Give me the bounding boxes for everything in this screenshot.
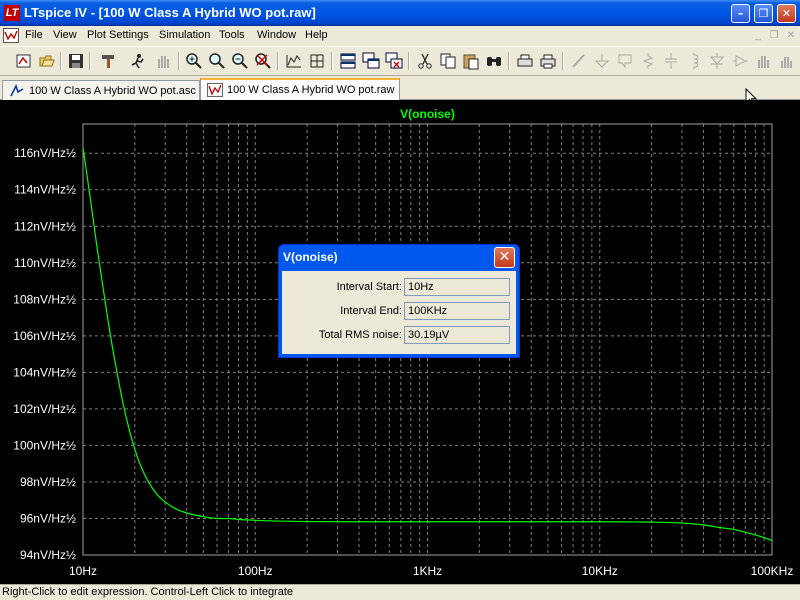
print-icon[interactable] (539, 52, 557, 70)
drag-hand-icon[interactable] (777, 52, 795, 70)
dialog-body: Interval Start: 10Hz Interval End: 100KH… (282, 271, 516, 354)
mdi-restore-button[interactable]: ❐ (767, 29, 781, 42)
y-tick-label[interactable]: 106nV/Hz½ (13, 329, 76, 343)
ltspice-logo-icon: LT (4, 5, 20, 21)
menu-help[interactable]: Help (305, 29, 328, 43)
close-button[interactable]: ✕ (777, 4, 796, 23)
zoom-area-icon[interactable] (208, 52, 226, 70)
x-tick-label[interactable]: 10Hz (69, 564, 97, 578)
total-rms-noise-field[interactable]: 30.19µV (404, 326, 510, 344)
paste-icon[interactable] (462, 52, 480, 70)
mdi-minimize-button[interactable]: _ (751, 29, 765, 42)
halt-hand-icon[interactable] (154, 52, 172, 70)
interval-start-label: Interval Start: (336, 281, 402, 293)
y-tick-label[interactable]: 116nV/Hz½ (14, 146, 76, 160)
y-tick-label[interactable]: 102nV/Hz½ (13, 402, 76, 416)
status-text: Right-Click to edit expression. Control-… (2, 586, 294, 598)
title-bar[interactable]: LT LTspice IV - [100 W Class A Hybrid WO… (0, 0, 800, 26)
y-tick-label[interactable]: 110nV/Hz½ (14, 256, 76, 270)
ground-icon[interactable] (593, 52, 611, 70)
tile-horizontal-icon[interactable] (339, 52, 357, 70)
dialog-title: V(onoise) (283, 250, 338, 264)
run-icon[interactable] (129, 52, 147, 70)
tab-schematic[interactable]: 100 W Class A Hybrid WO pot.asc (2, 80, 200, 100)
open-icon[interactable] (38, 52, 56, 70)
zoom-in-icon[interactable] (185, 52, 203, 70)
waveform-document-icon[interactable] (3, 28, 19, 43)
y-tick-label[interactable]: 108nV/Hz½ (13, 292, 76, 306)
trace-name-label[interactable]: V(onoise) (400, 107, 455, 121)
tab-label: 100 W Class A Hybrid WO pot.raw (227, 84, 395, 96)
menu-window[interactable]: Window (257, 29, 296, 43)
y-tick-label[interactable]: 112nV/Hz½ (14, 219, 76, 233)
x-tick-label[interactable]: 1KHz (413, 564, 442, 578)
restore-button[interactable]: ❐ (754, 4, 773, 23)
document-tabs: 100 W Class A Hybrid WO pot.asc 100 W Cl… (0, 77, 800, 100)
rms-noise-dialog[interactable]: V(onoise) ✕ Interval Start: 10Hz Interva… (278, 244, 520, 358)
cascade-icon[interactable] (362, 52, 380, 70)
window-title: LTspice IV - [100 W Class A Hybrid WO po… (24, 5, 316, 20)
schematic-icon (10, 84, 24, 97)
y-tick-label[interactable]: 94nV/Hz½ (20, 548, 76, 562)
x-tick-label[interactable]: 100Hz (238, 564, 273, 578)
copy-icon[interactable] (439, 52, 457, 70)
inductor-icon[interactable] (685, 52, 703, 70)
waveform-icon (207, 83, 223, 97)
menu-file[interactable]: File (25, 29, 43, 43)
menu-tools[interactable]: Tools (219, 29, 245, 43)
dialog-close-button[interactable]: ✕ (494, 247, 515, 268)
y-tick-label[interactable]: 104nV/Hz½ (13, 365, 76, 379)
resistor-icon[interactable] (639, 52, 657, 70)
total-rms-noise-label: Total RMS noise: (318, 329, 402, 341)
wire-icon[interactable] (570, 52, 588, 70)
zoom-cancel-icon[interactable] (254, 52, 272, 70)
zoom-fit-icon[interactable] (308, 52, 326, 70)
menu-bar: File View Plot Settings Simulation Tools… (0, 26, 800, 46)
mdi-close-button[interactable]: ✕ (784, 29, 798, 42)
label-icon[interactable] (616, 52, 634, 70)
interval-end-label: Interval End: (340, 305, 402, 317)
y-tick-label[interactable]: 114nV/Hz½ (14, 183, 76, 197)
interval-start-field[interactable]: 10Hz (404, 278, 510, 296)
interval-end-field[interactable]: 100KHz (404, 302, 510, 320)
menu-plot-settings[interactable]: Plot Settings (87, 29, 149, 43)
y-tick-label[interactable]: 96nV/Hz½ (20, 511, 76, 525)
hammer-icon[interactable] (99, 52, 117, 70)
y-tick-label[interactable]: 100nV/Hz½ (13, 438, 76, 452)
menu-view[interactable]: View (53, 29, 77, 43)
cut-icon[interactable] (416, 52, 434, 70)
minimize-button[interactable]: – (731, 4, 750, 23)
diode-icon[interactable] (708, 52, 726, 70)
tab-label: 100 W Class A Hybrid WO pot.asc (29, 85, 196, 97)
move-hand-icon[interactable] (754, 52, 772, 70)
new-schematic-icon[interactable] (15, 52, 33, 70)
component-icon[interactable] (731, 52, 749, 70)
print-setup-icon[interactable] (516, 52, 534, 70)
zoom-out-icon[interactable] (231, 52, 249, 70)
x-tick-label[interactable]: 10KHz (582, 564, 618, 578)
capacitor-icon[interactable] (662, 52, 680, 70)
find-icon[interactable] (485, 52, 503, 70)
menu-simulation[interactable]: Simulation (159, 29, 210, 43)
save-icon[interactable] (67, 52, 85, 70)
x-tick-label[interactable]: 100KHz (751, 564, 794, 578)
close-all-icon[interactable] (385, 52, 403, 70)
status-bar: Right-Click to edit expression. Control-… (0, 584, 800, 600)
toolbar (0, 46, 800, 76)
y-tick-label[interactable]: 98nV/Hz½ (20, 475, 76, 489)
tab-waveform[interactable]: 100 W Class A Hybrid WO pot.raw (200, 78, 400, 100)
autorange-icon[interactable] (285, 52, 303, 70)
